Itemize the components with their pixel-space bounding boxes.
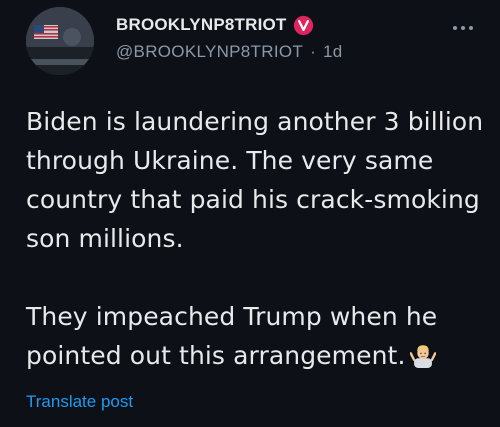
tweet-body: Biden is laundering another 3 billion th… bbox=[26, 102, 486, 375]
tweet-paragraph-text: They impeached Trump when he pointed out… bbox=[26, 302, 438, 370]
shrug-emoji-icon bbox=[409, 345, 436, 368]
user-handle[interactable]: @BROOKLYNP8TRIOT bbox=[116, 42, 303, 62]
tweet-paragraph: Biden is laundering another 3 billion th… bbox=[26, 107, 484, 253]
translate-post-link[interactable]: Translate post bbox=[26, 392, 133, 412]
tweet-card: BROOKLYNP8TRIOT @BROOKLYNP8TRIOT · 1d Bi… bbox=[0, 0, 500, 427]
avatar-image bbox=[26, 7, 94, 75]
timestamp[interactable]: 1d bbox=[323, 42, 343, 62]
tweet-paragraph-2: They impeached Trump when he pointed out… bbox=[26, 297, 486, 375]
avatar[interactable] bbox=[26, 7, 94, 75]
handle-row: @BROOKLYNP8TRIOT · 1d bbox=[116, 42, 446, 62]
name-row: BROOKLYNP8TRIOT bbox=[116, 12, 446, 38]
more-options-icon[interactable] bbox=[448, 18, 478, 38]
verified-badge-icon bbox=[293, 15, 313, 35]
separator-dot: · bbox=[310, 42, 317, 61]
post-header: BROOKLYNP8TRIOT @BROOKLYNP8TRIOT · 1d bbox=[116, 12, 446, 62]
display-name[interactable]: BROOKLYNP8TRIOT bbox=[116, 15, 287, 35]
